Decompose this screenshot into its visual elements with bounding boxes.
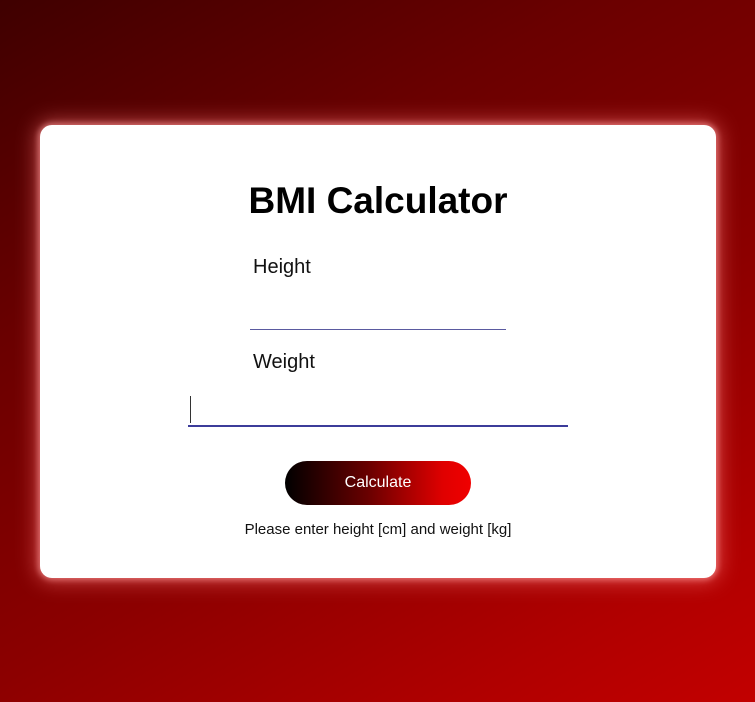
weight-label: Weight xyxy=(253,351,315,373)
height-input[interactable] xyxy=(250,295,506,330)
text-cursor xyxy=(190,396,191,423)
bmi-card: BMI Calculator Height Weight Calculate P… xyxy=(40,125,716,578)
height-label: Height xyxy=(253,256,311,278)
weight-input[interactable] xyxy=(188,390,568,427)
calculate-button[interactable]: Calculate xyxy=(285,461,471,505)
status-message: Please enter height [cm] and weight [kg] xyxy=(244,521,512,538)
page-title: BMI Calculator xyxy=(248,180,508,221)
